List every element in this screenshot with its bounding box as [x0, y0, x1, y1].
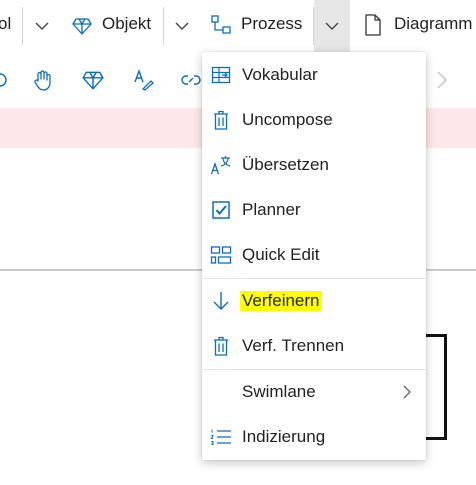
menu-item-verf-trennen[interactable]: Verf. Trennen — [202, 324, 426, 368]
checkbox-icon — [210, 199, 232, 221]
diagram-shape[interactable] — [426, 334, 447, 440]
text-style-icon[interactable] — [131, 68, 155, 92]
chevron-down-icon — [35, 22, 49, 30]
menu-item-label: Swimlane — [242, 382, 316, 401]
ribbon-bar: ol Objekt Prozess Diagramm — [0, 0, 476, 52]
menu-item-label: Übersetzen — [242, 155, 329, 174]
arrow-down-icon — [210, 290, 232, 312]
link-icon[interactable] — [179, 68, 203, 92]
trash-icon — [210, 109, 232, 131]
menu-item-vokabular[interactable]: Vokabular — [202, 53, 426, 97]
diamond-icon — [72, 16, 92, 36]
translate-icon — [210, 154, 232, 176]
menu-item-label: Uncompose — [242, 110, 333, 129]
prozess-dropdown-button[interactable] — [314, 0, 350, 52]
chevron-down-icon — [325, 22, 339, 30]
menu-item-uebersetzen[interactable]: Übersetzen — [202, 143, 426, 187]
diamond-icon[interactable] — [81, 68, 105, 92]
diagramm-button[interactable]: Diagramm — [394, 14, 472, 34]
menu-item-label: Indizierung — [242, 427, 326, 446]
truncated-ribbon-label[interactable]: ol — [0, 14, 11, 34]
chevron-right-icon[interactable] — [430, 68, 454, 92]
prozess-dropdown-menu: Vokabular Uncompose Übersetzen Planner Q… — [202, 52, 426, 460]
hand-icon[interactable] — [31, 68, 55, 92]
menu-item-label: Vokabular — [242, 65, 318, 84]
menu-item-swimlane[interactable]: Swimlane — [202, 370, 426, 414]
chevron-down-button[interactable] — [164, 0, 200, 52]
menu-item-quick-edit[interactable]: Quick Edit — [202, 233, 426, 277]
quick-edit-icon — [210, 244, 232, 266]
menu-item-indizierung[interactable]: Indizierung — [202, 415, 426, 459]
menu-item-planner[interactable]: Planner — [202, 188, 426, 232]
menu-item-uncompose[interactable]: Uncompose — [202, 98, 426, 142]
objekt-button[interactable]: Objekt — [102, 14, 151, 34]
menu-item-label: Verfeinern — [240, 291, 322, 311]
chevron-down-button[interactable] — [24, 0, 60, 52]
partial-tool-icon[interactable] — [0, 68, 12, 92]
menu-item-label: Planner — [242, 200, 301, 219]
vocabulary-icon — [210, 64, 232, 86]
chevron-down-icon — [175, 22, 189, 30]
numbered-list-icon — [210, 426, 232, 448]
ribbon-separator — [22, 7, 23, 45]
menu-item-label: Quick Edit — [242, 245, 320, 264]
menu-item-label: Verf. Trennen — [242, 336, 345, 355]
prozess-button[interactable]: Prozess — [241, 14, 302, 34]
process-icon — [210, 14, 232, 36]
document-icon — [364, 14, 382, 36]
menu-item-verfeinern[interactable]: Verfeinern — [202, 279, 426, 323]
chevron-right-icon — [402, 384, 414, 400]
trash-icon — [210, 335, 232, 357]
